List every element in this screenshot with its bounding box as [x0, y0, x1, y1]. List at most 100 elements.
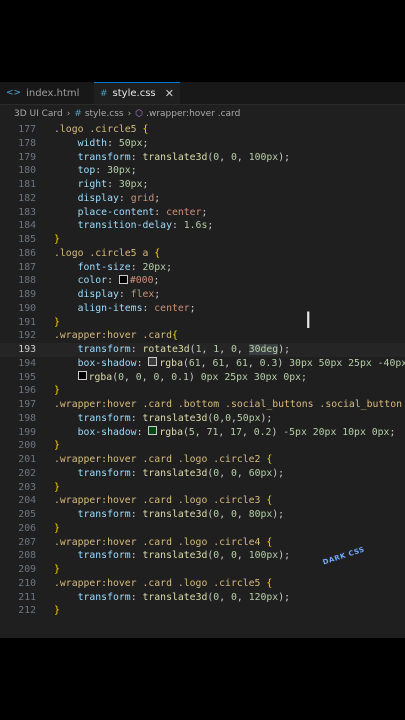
line-number: 205 — [18, 509, 36, 520]
code-line[interactable]: 197 .wrapper:hover .card .bottom .social_… — [0, 398, 405, 412]
code-line[interactable]: 194 box-shadow: rgba(61, 61, 61, 0.3) 30… — [0, 357, 405, 371]
code-line[interactable]: 207 .wrapper:hover .card .logo .circle4 { — [0, 536, 405, 550]
code-line[interactable]: 190 align-items: center; — [0, 302, 405, 316]
code-text[interactable]: transform: translate3d(0, 0, 120px); — [54, 591, 290, 605]
chevron-right-icon: › — [66, 109, 71, 119]
code-text[interactable]: rgba(0, 0, 0, 0.1) 0px 25px 30px 0px; — [54, 371, 307, 385]
code-text[interactable]: } — [54, 233, 60, 247]
line-number: 207 — [18, 536, 36, 548]
line-number: 181 — [18, 179, 36, 190]
code-text[interactable]: transform: translate3d(0, 0, 100px); — [54, 151, 290, 165]
code-text[interactable]: align-items: center; — [54, 302, 196, 316]
code-line[interactable]: 178 width: 50px; — [0, 137, 405, 151]
code-text[interactable]: box-shadow: rgba(61, 61, 61, 0.3) 30px 5… — [54, 357, 405, 371]
code-text[interactable]: .wrapper:hover .card .logo .circle3 { — [54, 494, 272, 508]
tab-bar: <> index.html # style.css ✕ — [0, 82, 405, 105]
code-line[interactable]: 179 transform: translate3d(0, 0, 100px); — [0, 151, 405, 165]
close-icon[interactable]: ✕ — [165, 87, 174, 100]
code-text[interactable]: } — [54, 439, 60, 453]
line-number: 206 — [18, 522, 36, 534]
line-number: 200 — [18, 440, 36, 452]
code-line[interactable]: 177 .logo .circle5 { — [0, 123, 405, 137]
code-line[interactable]: 202 transform: translate3d(0, 0, 60px); — [0, 467, 405, 481]
code-text[interactable]: .wrapper:hover .card .logo .circle4 { — [54, 536, 272, 550]
line-number: 202 — [18, 467, 36, 479]
code-text[interactable]: } — [54, 384, 60, 398]
code-text[interactable]: color: #000; — [54, 274, 159, 288]
code-area[interactable]: 177 .logo .circle5 {178 width: 50px; 179 t… — [0, 123, 405, 618]
code-line[interactable]: 204 .wrapper:hover .card .logo .circle3 { — [0, 494, 405, 508]
code-line[interactable]: 199 box-shadow: rgba(5, 71, 17, 0.2) -5p… — [0, 426, 405, 440]
html-file-icon: <> — [6, 88, 22, 98]
breadcrumb-selector[interactable]: .wrapper:hover .card — [146, 109, 240, 119]
code-text[interactable]: top: 30px; — [54, 164, 137, 178]
breadcrumb-folder[interactable]: 3D UI Card — [14, 109, 63, 119]
code-line[interactable]: 203} — [0, 481, 405, 495]
line-number: 211 — [18, 591, 36, 603]
line-number: 183 — [18, 206, 36, 218]
code-line[interactable]: 196} — [0, 384, 405, 398]
code-text[interactable]: } — [54, 481, 60, 495]
code-line[interactable]: 189 display: flex; — [0, 288, 405, 302]
line-number: 190 — [18, 302, 36, 314]
code-line[interactable]: 186 .logo .circle5 a { — [0, 247, 405, 261]
code-line[interactable]: 185} — [0, 233, 405, 247]
code-line[interactable]: 181 right: 30px; — [0, 178, 405, 192]
line-number: 186 — [18, 247, 36, 259]
code-line[interactable]: 206} — [0, 522, 405, 536]
code-text[interactable]: place-content: center; — [54, 206, 208, 220]
code-line[interactable]: 212} — [0, 604, 405, 618]
code-line[interactable]: 195 rgba(0, 0, 0, 0.1) 0px 25px 30px 0px… — [0, 371, 405, 385]
code-text[interactable]: .logo .circle5 a { — [54, 247, 160, 261]
code-line[interactable]: 201 .wrapper:hover .card .logo .circle2 { — [0, 453, 405, 467]
code-line[interactable]: 191} — [0, 316, 405, 330]
code-text[interactable]: transform: translate3d(0, 0, 80px); — [54, 508, 284, 522]
code-text[interactable]: } — [54, 604, 60, 618]
breadcrumb-file[interactable]: style.css — [85, 109, 124, 119]
code-line[interactable]: 193 transform: rotate3d(1, 1, 0, 30deg); — [0, 343, 405, 357]
code-line[interactable]: 182 display: grid; — [0, 192, 405, 206]
tab-index-html[interactable]: <> index.html — [0, 82, 94, 104]
code-line[interactable]: 184 transition-delay: 1.6s; — [0, 219, 405, 233]
code-line[interactable]: 211 transform: translate3d(0, 0, 120px); — [0, 591, 405, 605]
code-line[interactable]: 180 top: 30px; — [0, 164, 405, 178]
code-line[interactable]: 188 color: #000; — [0, 274, 405, 288]
code-text[interactable]: right: 30px; — [54, 178, 149, 192]
code-text[interactable]: transform: translate3d(0, 0, 100px); — [54, 549, 290, 563]
code-line[interactable]: 210 .wrapper:hover .card .logo .circle5 { — [0, 577, 405, 591]
code-line[interactable]: 192 .wrapper:hover .card{ — [0, 329, 405, 343]
line-number: 204 — [18, 495, 36, 507]
code-text[interactable]: display: flex; — [54, 288, 161, 302]
code-text[interactable]: transform: translate3d(0, 0, 60px); — [54, 467, 284, 481]
code-text[interactable]: } — [54, 563, 60, 577]
code-line[interactable]: 198 transform: translate3d(0,0,50px); — [0, 412, 405, 426]
code-line[interactable]: 205 transform: translate3d(0, 0, 80px); — [0, 508, 405, 522]
css-file-icon: # — [74, 109, 82, 119]
code-text[interactable]: .wrapper:hover .card .logo .circle2 { — [54, 453, 272, 467]
code-text[interactable]: transform: translate3d(0,0,50px); — [54, 412, 273, 426]
code-line[interactable]: 187 font-size: 20px; — [0, 261, 405, 275]
code-text[interactable]: box-shadow: rgba(5, 71, 17, 0.2) -5px 20… — [54, 426, 395, 440]
code-text[interactable]: transition-delay: 1.6s; — [54, 219, 214, 233]
line-number: 185 — [18, 234, 36, 245]
code-text[interactable]: .logo .circle5 { — [54, 123, 148, 137]
code-line[interactable]: 183 place-content: center; — [0, 206, 405, 220]
line-number: 209 — [18, 564, 36, 575]
code-text[interactable]: } — [54, 522, 60, 536]
tab-label: style.css — [112, 88, 156, 99]
code-text[interactable]: width: 50px; — [54, 137, 149, 151]
code-text[interactable]: font-size: 20px; — [54, 261, 172, 275]
code-line[interactable]: 209} — [0, 563, 405, 577]
code-text[interactable]: .wrapper:hover .card .bottom .social_but… — [54, 398, 405, 412]
chevron-right-icon: › — [127, 109, 132, 119]
code-text[interactable]: .wrapper:hover .card .logo .circle5 { — [54, 577, 272, 591]
line-number: 196 — [18, 385, 36, 397]
breadcrumb: 3D UI Card › # style.css › ⬡ .wrapper:ho… — [0, 105, 405, 123]
tab-style-css[interactable]: # style.css ✕ — [94, 82, 180, 104]
code-text[interactable]: .wrapper:hover .card{ — [54, 329, 178, 343]
code-text[interactable]: transform: rotate3d(1, 1, 0, 30deg); — [54, 343, 290, 357]
code-line[interactable]: 200} — [0, 439, 405, 453]
line-number: 177 — [18, 124, 36, 135]
code-text[interactable]: } — [54, 316, 60, 330]
code-text[interactable]: display: grid; — [54, 192, 161, 206]
